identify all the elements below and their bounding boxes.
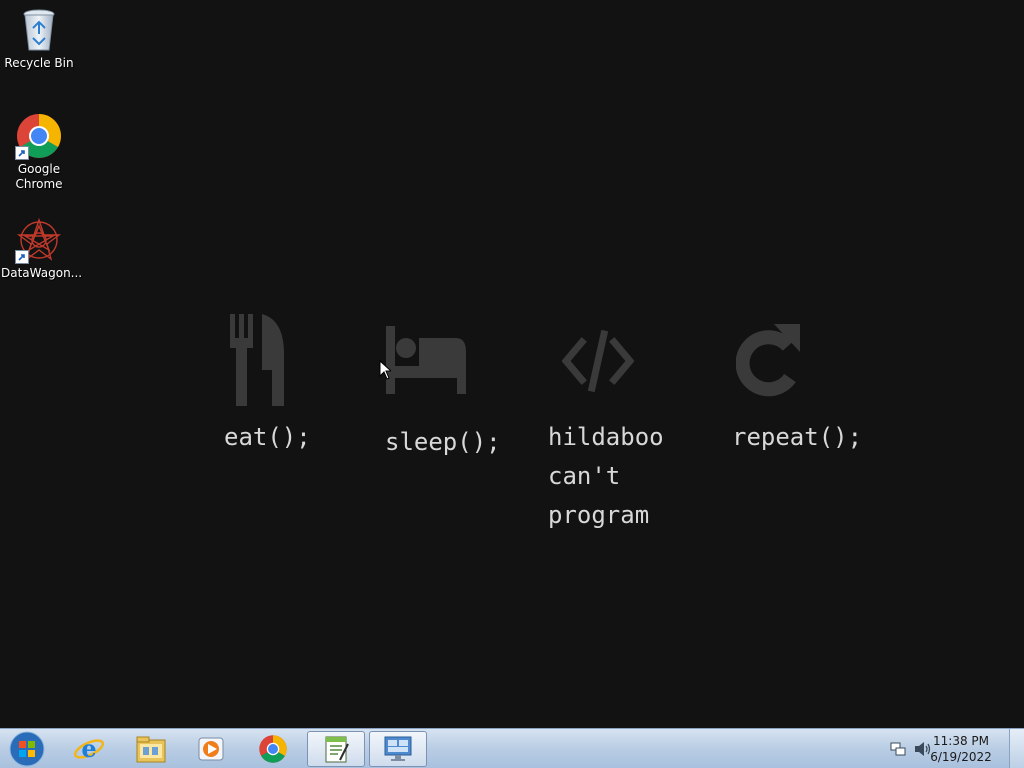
chrome-icon [15,112,63,160]
taskbar-google-chrome[interactable] [244,731,302,767]
svg-text:e: e [81,734,96,763]
shortcut-arrow-icon [15,146,29,160]
windows-start-icon [9,731,45,767]
wallpaper-text-repeat: repeat(); [732,423,863,451]
taskbar: e 11:38 PM 6/19/2022 [0,728,1024,768]
taskbar-file-explorer[interactable] [122,731,180,767]
redo-icon [735,320,802,404]
file-explorer-icon [136,736,166,763]
fork-knife-icon [226,314,288,410]
taskbar-internet-explorer[interactable]: e [60,731,118,767]
internet-explorer-icon: e [73,734,105,763]
show-desktop-button[interactable] [1009,729,1024,768]
desktop-icon-datawagon[interactable]: DataWagon... [1,216,83,281]
shortcut-arrow-icon [15,250,29,264]
datawagon-icon [15,216,63,264]
clock-time: 11:38 PM [933,734,989,748]
media-player-icon [198,737,224,761]
taskbar-remote-desktop[interactable] [369,731,427,767]
wallpaper-text-code: hildaboo can't program [548,423,664,529]
code-icon [561,329,635,396]
chrome-icon [259,735,287,763]
desktop-icon-google-chrome[interactable]: Google Chrome [1,112,77,192]
remote-desktop-icon [384,736,412,761]
taskbar-notepad[interactable] [307,731,365,767]
network-icon[interactable] [890,741,906,761]
desktop-icon-label: Recycle Bin [4,56,74,70]
wallpaper-text-eat: eat(); [224,423,311,451]
taskbar-media-player[interactable] [182,731,240,767]
mouse-cursor-icon [379,359,393,384]
wallpaper-text-sleep: sleep(); [385,428,501,456]
start-button[interactable] [2,731,52,767]
desktop-icon-recycle-bin[interactable]: Recycle Bin [1,6,77,71]
recycle-bin-icon [15,6,63,54]
bed-icon [386,326,468,398]
desktop-icon-label: Google Chrome [15,162,63,191]
taskbar-clock[interactable]: 11:38 PM 6/19/2022 [926,733,996,765]
clock-date: 6/19/2022 [930,750,992,764]
desktop-icon-label: DataWagon... [1,266,83,280]
desktop: Recycle Bin Google Chrome DataWagon... e… [0,0,1024,728]
notepad-icon [325,736,349,763]
